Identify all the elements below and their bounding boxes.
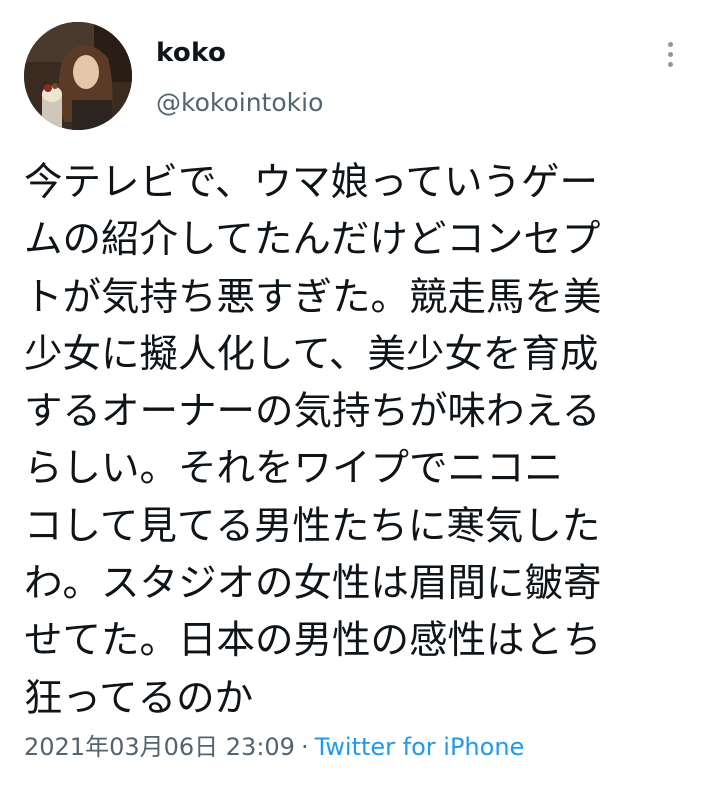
more-options-button[interactable] xyxy=(652,36,688,72)
tweet-text: 今テレビで、ウマ娘っていうゲー ムの紹介してたんだけどコンセプ トが気持ち悪すぎ… xyxy=(24,160,602,721)
tweet-card: koko @kokointokio 今テレビで、ウマ娘っていうゲー ムの紹介して… xyxy=(0,0,706,789)
display-name[interactable]: koko xyxy=(156,36,323,70)
tweet-header: koko @kokointokio xyxy=(24,22,688,134)
tweet-timestamp[interactable]: 2021年03月06日 23:09 xyxy=(24,733,295,761)
user-handle[interactable]: @kokointokio xyxy=(156,86,323,120)
more-vertical-icon-dot xyxy=(667,61,673,67)
meta-separator: · xyxy=(300,733,309,761)
tweet-source-link[interactable]: Twitter for iPhone xyxy=(315,733,525,761)
more-vertical-icon-dot xyxy=(667,51,673,57)
more-vertical-icon xyxy=(667,41,673,47)
avatar-photo xyxy=(24,22,132,130)
tweet-meta: 2021年03月06日 23:09 · Twitter for iPhone xyxy=(24,730,524,764)
user-names: koko @kokointokio xyxy=(156,36,323,120)
avatar[interactable] xyxy=(24,22,132,130)
